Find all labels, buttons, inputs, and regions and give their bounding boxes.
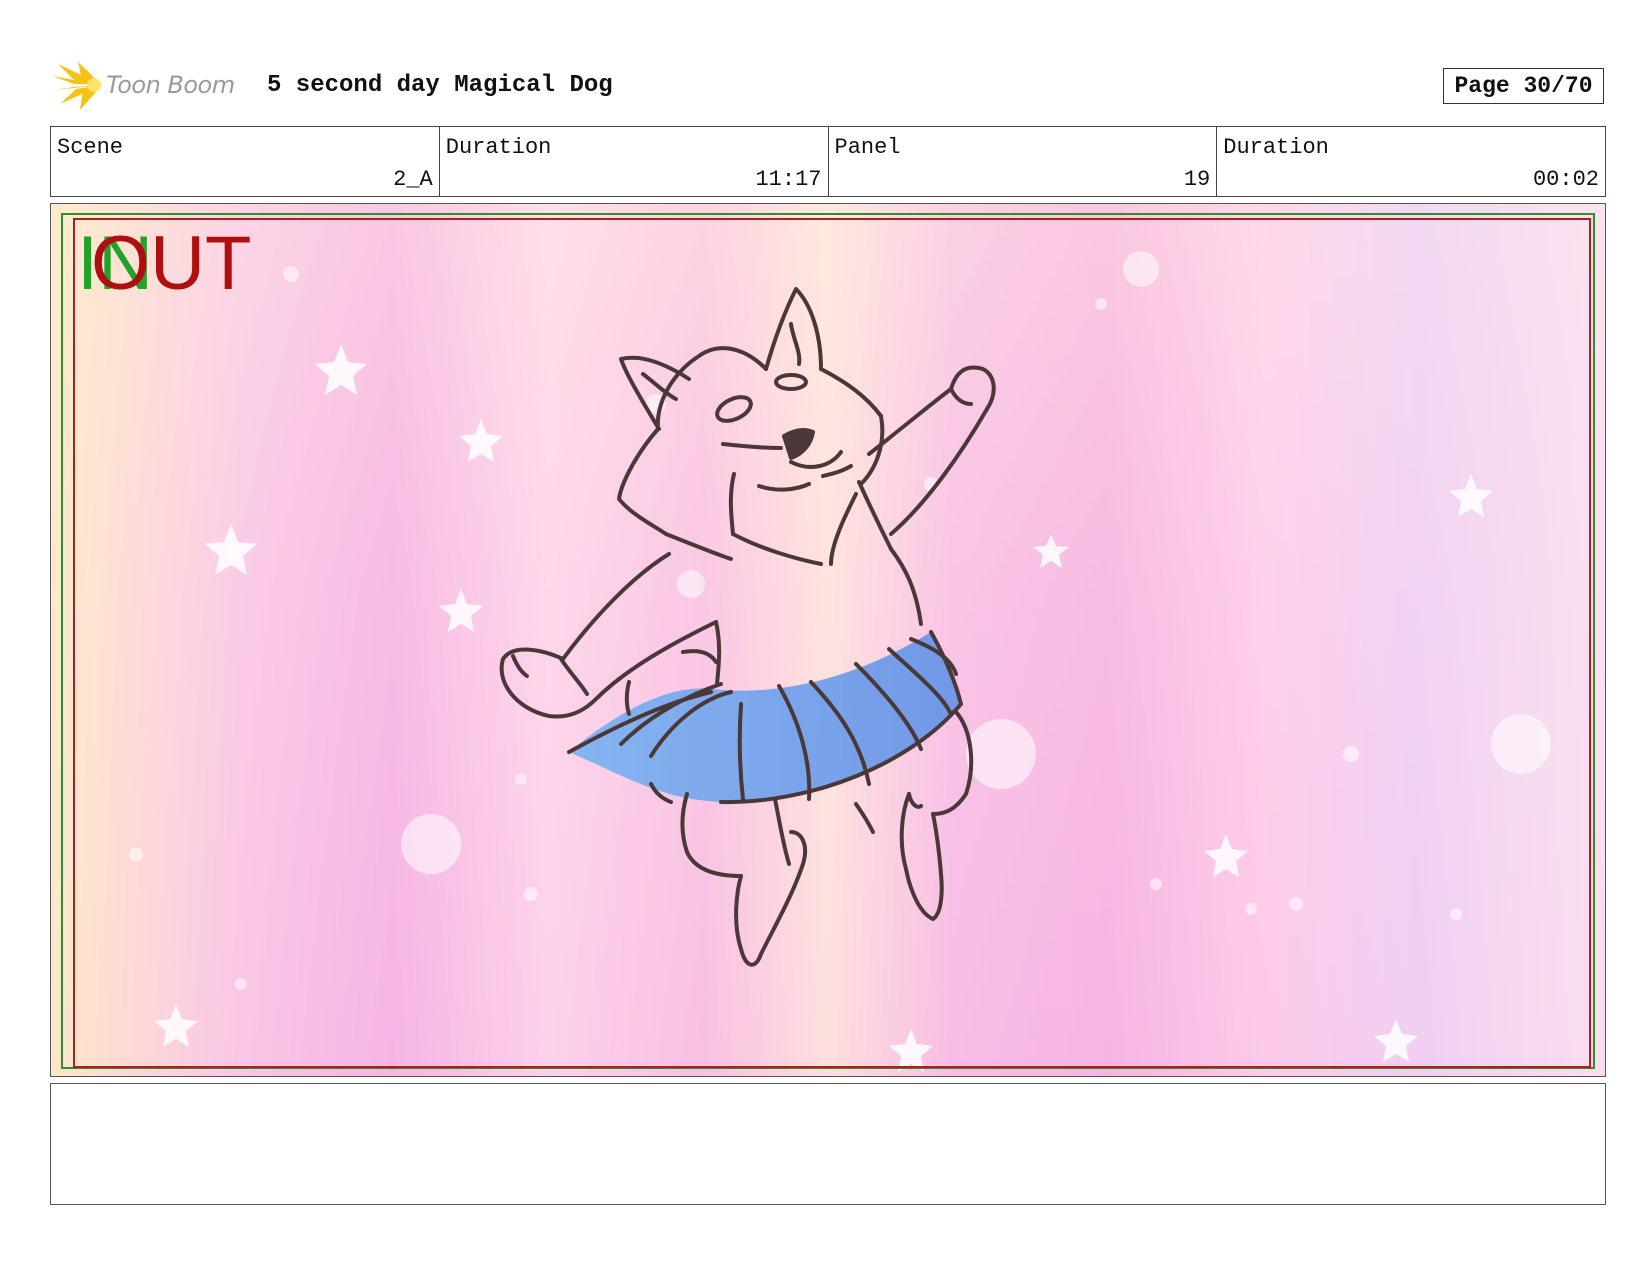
page-indicator: Page 30/70 xyxy=(1443,68,1604,104)
scene-cell: Scene 2_A xyxy=(51,127,440,196)
storyboard-panel-image: IN OUT xyxy=(50,203,1606,1077)
document-title: 5 second day Magical Dog xyxy=(267,72,613,99)
panel-value: 19 xyxy=(1183,167,1211,192)
toon-boom-logo: Toon Boom xyxy=(52,58,252,112)
panel-label: Panel xyxy=(834,135,901,160)
dancing-dog-sketch xyxy=(499,287,996,967)
panel-notes-box[interactable] xyxy=(50,1083,1606,1205)
scene-duration-label: Duration xyxy=(445,135,552,160)
panel-duration-label: Duration xyxy=(1223,135,1329,160)
logo-text: Toon Boom xyxy=(106,71,235,99)
scene-duration-value: 11:17 xyxy=(755,167,822,192)
scene-label: Scene xyxy=(57,135,124,160)
scene-info-table: Scene 2_A Duration 11:17 Panel 19 Durati… xyxy=(50,126,1606,197)
scene-value: 2_A xyxy=(393,167,433,192)
starburst-icon xyxy=(52,62,102,110)
scene-duration-cell: Duration 11:17 xyxy=(440,127,829,196)
panel-cell: Panel 19 xyxy=(829,127,1218,196)
panel-duration-value: 00:02 xyxy=(1532,167,1599,192)
panel-duration-cell: Duration 00:02 xyxy=(1217,127,1605,196)
